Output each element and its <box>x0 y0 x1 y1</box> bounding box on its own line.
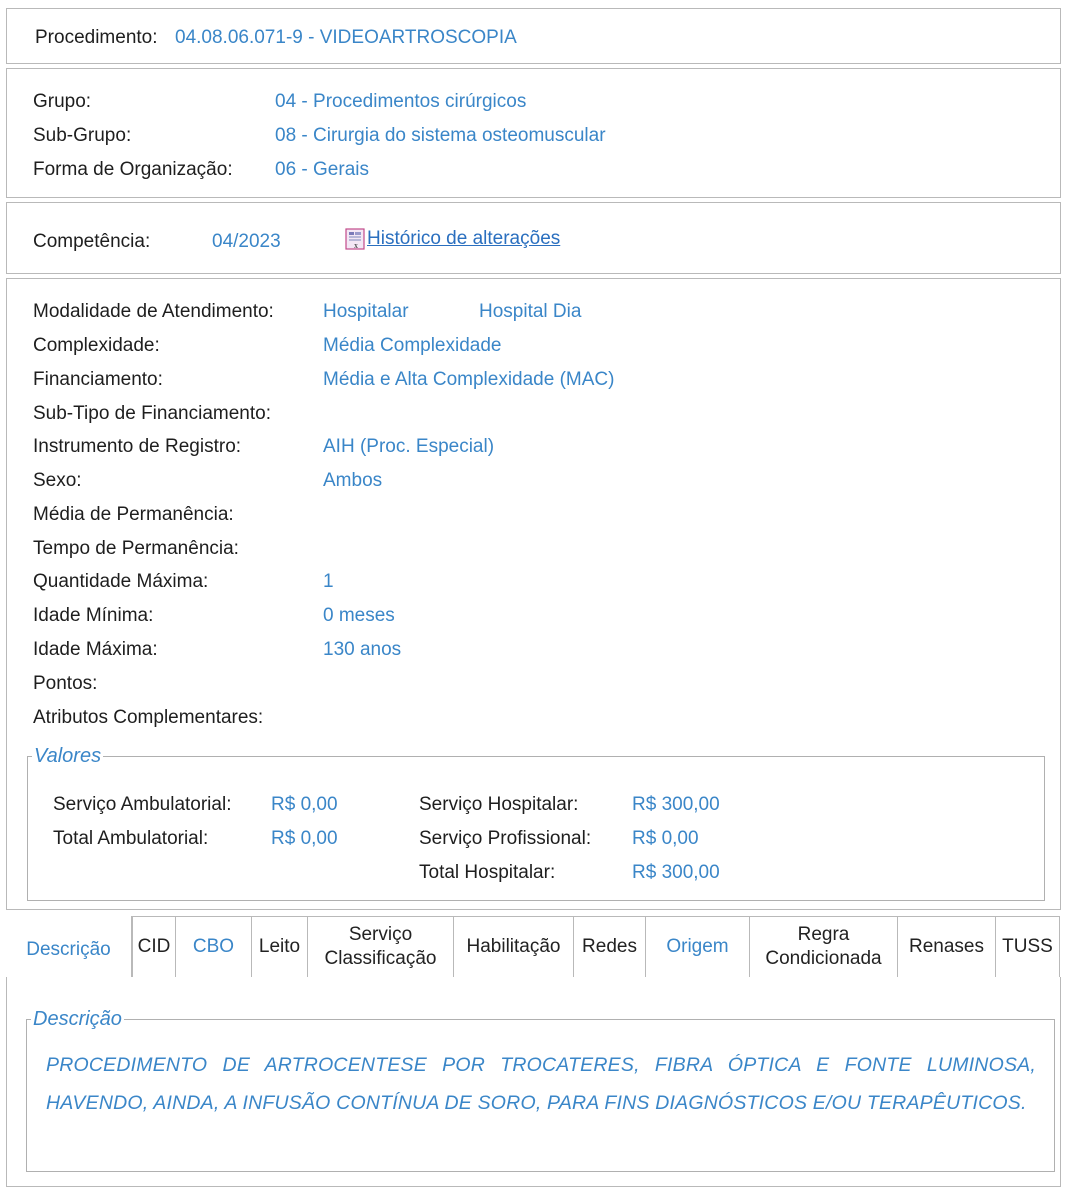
procedimento-panel: Procedimento: 04.08.06.071-9 - VIDEOARTR… <box>6 8 1061 64</box>
tab-descricao-label: Descrição <box>26 939 111 960</box>
servico-profissional-value: R$ 0,00 <box>632 828 699 849</box>
tab-servico-label: Serviço <box>348 924 413 945</box>
modalidade-value-hospital-dia: Hospital Dia <box>479 301 582 322</box>
total-hospitalar-label: Total Hospitalar: <box>419 862 556 883</box>
financiamento-row: Financiamento: Média e Alta Complexidade… <box>33 365 1033 395</box>
atributos-complementares-label: Atributos Complementares: <box>33 707 264 728</box>
tempo-permanencia-label: Tempo de Permanência: <box>33 538 239 559</box>
idade-maxima-value: 130 anos <box>323 639 402 660</box>
servico-hospitalar-label: Serviço Hospitalar: <box>419 794 579 815</box>
forma-organizacao-value: 06 - Gerais <box>275 159 369 180</box>
media-permanencia-row: Média de Permanência: <box>33 500 1033 530</box>
atributos-panel: Modalidade de Atendimento: Hospitalar Ho… <box>6 278 1061 910</box>
competencia-panel: Competência: 04/2023 x Histórico de alte… <box>6 202 1061 274</box>
tab-habilitacao[interactable]: Habilitação <box>454 916 574 978</box>
valores-legend: Valores <box>34 745 102 767</box>
quantidade-maxima-value: 1 <box>323 571 334 592</box>
subtipo-financiamento-label: Sub-Tipo de Financiamento: <box>33 403 271 424</box>
tab-origem-label: Origem <box>666 936 729 957</box>
total-ambulatorial-value: R$ 0,00 <box>271 828 338 849</box>
pontos-row: Pontos: <box>33 669 1033 699</box>
subgrupo-label: Sub-Grupo: <box>33 125 132 146</box>
tab-tuss-label: TUSS <box>1002 936 1053 957</box>
competencia-label: Competência: <box>33 231 151 252</box>
idade-maxima-label: Idade Máxima: <box>33 639 158 660</box>
media-permanencia-label: Média de Permanência: <box>33 504 234 525</box>
idade-maxima-row: Idade Máxima: 130 anos <box>33 635 1033 665</box>
tab-habilitacao-label: Habilitação <box>466 936 561 957</box>
tab-classificacao-label: Classificação <box>324 948 437 969</box>
subtipo-financiamento-row: Sub-Tipo de Financiamento: <box>33 399 1033 429</box>
total-ambulatorial-label: Total Ambulatorial: <box>53 828 209 849</box>
svg-text:x: x <box>354 241 358 250</box>
complexidade-label: Complexidade: <box>33 335 160 356</box>
tab-regra-condicionada[interactable]: Regra Condicionada <box>750 916 898 978</box>
sexo-value: Ambos <box>323 470 383 491</box>
grupo-value: 04 - Procedimentos cirúrgicos <box>275 91 527 112</box>
details-tab-bar: Descrição CID CBO Leito Serviço Classifi… <box>6 916 1060 978</box>
tab-renases[interactable]: Renases <box>898 916 996 978</box>
tab-renases-label: Renases <box>909 936 984 957</box>
quantidade-maxima-row: Quantidade Máxima: 1 <box>33 567 1033 597</box>
excel-icon[interactable]: x <box>345 228 365 250</box>
total-hospitalar-value: R$ 300,00 <box>632 862 720 883</box>
pontos-label: Pontos: <box>33 673 98 694</box>
instrumento-registro-label: Instrumento de Registro: <box>33 436 242 457</box>
sexo-label: Sexo: <box>33 470 82 491</box>
descricao-text: PROCEDIMENTO DE ARTROCENTESE POR TROCATE… <box>46 1054 1036 1114</box>
tab-cid[interactable]: CID <box>132 916 176 978</box>
idade-minima-value: 0 meses <box>323 605 395 626</box>
subgrupo-value: 08 - Cirurgia do sistema osteomuscular <box>275 125 606 146</box>
modalidade-row: Modalidade de Atendimento: Hospitalar Ho… <box>33 297 1033 327</box>
instrumento-registro-row: Instrumento de Registro: AIH (Proc. Espe… <box>33 432 1033 462</box>
tab-descricao[interactable]: Descrição <box>6 916 132 978</box>
tempo-permanencia-row: Tempo de Permanência: <box>33 534 1033 564</box>
tab-cbo[interactable]: CBO <box>176 916 252 978</box>
forma-organizacao-label: Forma de Organização: <box>33 159 233 180</box>
tab-cbo-label: CBO <box>192 936 235 957</box>
tab-redes-label: Redes <box>582 936 637 957</box>
tab-cid-label: CID <box>137 936 171 957</box>
quantidade-maxima-label: Quantidade Máxima: <box>33 571 209 592</box>
tab-origem[interactable]: Origem <box>646 916 750 978</box>
complexidade-value: Média Complexidade <box>323 335 502 356</box>
idade-minima-row: Idade Mínima: 0 meses <box>33 601 1033 631</box>
historico-link-group[interactable]: x Histórico de alterações <box>345 228 560 250</box>
historico-alteracoes-link[interactable]: Histórico de alterações <box>367 228 560 250</box>
financiamento-value: Média e Alta Complexidade (MAC) <box>323 369 615 390</box>
tab-leito-label: Leito <box>258 936 301 957</box>
servico-ambulatorial-label: Serviço Ambulatorial: <box>53 794 232 815</box>
modalidade-value-hospitalar: Hospitalar <box>323 301 409 322</box>
tab-servico-classificacao[interactable]: Serviço Classificação <box>308 916 454 978</box>
procedimento-label: Procedimento: <box>35 27 158 48</box>
descricao-legend: Descrição <box>33 1008 122 1030</box>
tab-condicionada-label: Condicionada <box>765 948 882 969</box>
procedimento-value: 04.08.06.071-9 - VIDEOARTROSCOPIA <box>175 27 517 48</box>
tab-leito[interactable]: Leito <box>252 916 308 978</box>
grupo-label: Grupo: <box>33 91 92 112</box>
servico-hospitalar-value: R$ 300,00 <box>632 794 720 815</box>
servico-profissional-label: Serviço Profissional: <box>419 828 592 849</box>
complexidade-row: Complexidade: Média Complexidade <box>33 331 1033 361</box>
tab-tuss[interactable]: TUSS <box>996 916 1060 978</box>
atributos-complementares-row: Atributos Complementares: <box>33 703 1033 733</box>
tab-redes[interactable]: Redes <box>574 916 646 978</box>
competencia-value: 04/2023 <box>212 231 281 252</box>
sexo-row: Sexo: Ambos <box>33 466 1033 496</box>
classificacao-panel: Grupo: 04 - Procedimentos cirúrgicos Sub… <box>6 68 1061 198</box>
modalidade-label: Modalidade de Atendimento: <box>33 301 274 322</box>
idade-minima-label: Idade Mínima: <box>33 605 154 626</box>
tab-regra-label: Regra <box>797 924 850 945</box>
instrumento-registro-value: AIH (Proc. Especial) <box>323 436 495 457</box>
servico-ambulatorial-value: R$ 0,00 <box>271 794 338 815</box>
financiamento-label: Financiamento: <box>33 369 163 390</box>
